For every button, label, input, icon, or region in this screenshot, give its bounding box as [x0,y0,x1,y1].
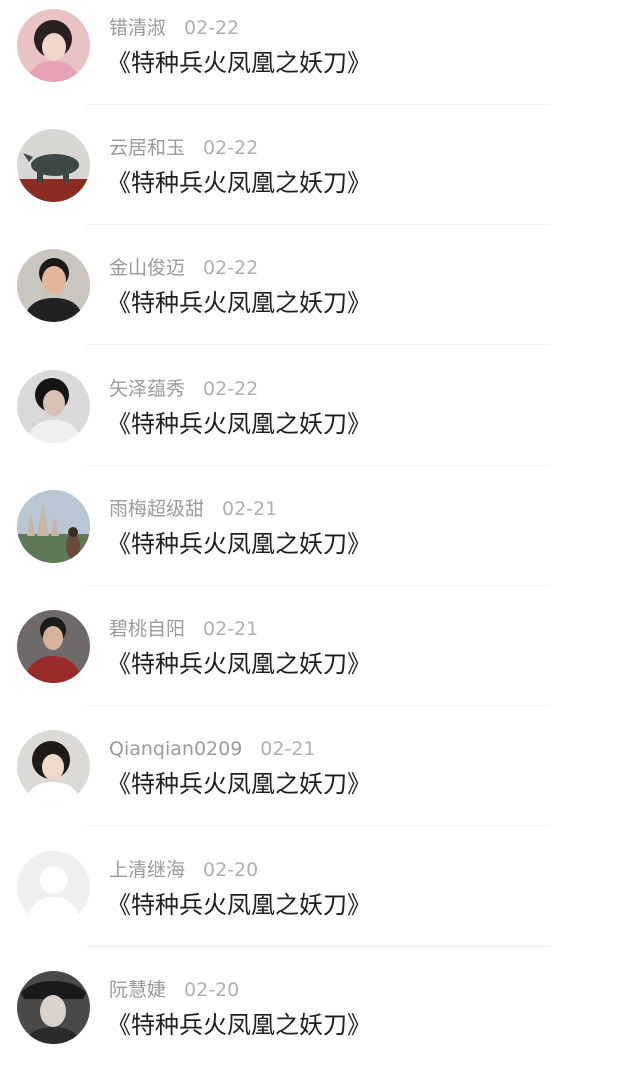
list-item[interactable]: 上清继海 02-20 《特种兵火凤凰之妖刀》 [0,842,640,962]
divider [86,585,550,586]
comment-meta: 矢泽蕴秀 02-22 [109,375,258,403]
comment-date: 02-20 [203,859,259,881]
user-name[interactable]: 错清淑 [109,17,166,39]
user-name[interactable]: 阮慧婕 [109,979,166,1001]
portrait-man-avatar-icon [17,610,90,683]
user-name[interactable]: 金山俊迈 [109,257,185,279]
avatar[interactable] [17,851,90,924]
comment-text: 《特种兵火凤凰之妖刀》 [107,289,371,317]
user-name[interactable]: 雨梅超级甜 [109,498,204,520]
divider [86,946,550,947]
avatar[interactable] [17,730,90,803]
divider [86,344,550,345]
comment-meta: 金山俊迈 02-22 [109,254,258,282]
user-name[interactable]: 云居和玉 [109,137,185,159]
user-name[interactable]: 上清继海 [109,859,185,881]
comment-text: 《特种兵火凤凰之妖刀》 [107,650,371,678]
portrait-woman-avatar-icon [17,730,90,803]
comment-date: 02-20 [184,979,240,1001]
comment-date: 02-21 [260,738,316,760]
comment-date: 02-21 [203,618,259,640]
avatar[interactable] [17,249,90,322]
comment-date: 02-22 [203,378,259,400]
divider [86,705,550,706]
list-item[interactable]: 矢泽蕴秀 02-22 《特种兵火凤凰之妖刀》 [0,361,640,481]
avatar[interactable] [17,129,90,202]
portrait-woman-avatar-icon [17,9,90,82]
comment-meta: Qianqian0209 02-21 [109,735,316,763]
comment-list: 错清淑 02-22 《特种兵火凤凰之妖刀》 云居和玉 02-22 《特种兵火凤凰之妖… [0,0,640,1057]
list-item[interactable]: 碧桃自阳 02-21 《特种兵火凤凰之妖刀》 [0,601,640,721]
user-name[interactable]: Qianqian0209 [109,738,242,760]
comment-text: 《特种兵火凤凰之妖刀》 [107,891,371,919]
comment-meta: 错清淑 02-22 [109,14,239,42]
portrait-woman-avatar-icon [17,971,90,1044]
divider [86,224,550,225]
avatar[interactable] [17,971,90,1044]
comment-text: 《特种兵火凤凰之妖刀》 [107,49,371,77]
comment-text: 《特种兵火凤凰之妖刀》 [107,169,371,197]
portrait-man-avatar-icon [17,370,90,443]
portrait-man-avatar-icon [17,249,90,322]
avatar[interactable] [17,9,90,82]
list-item[interactable]: 雨梅超级甜 02-21 《特种兵火凤凰之妖刀》 [0,481,640,601]
user-name[interactable]: 矢泽蕴秀 [109,378,185,400]
default-user-avatar-icon [17,851,90,924]
divider [86,465,550,466]
list-item[interactable]: 云居和玉 02-22 《特种兵火凤凰之妖刀》 [0,120,640,240]
comment-date: 02-22 [184,17,240,39]
avatar[interactable] [17,370,90,443]
list-item[interactable]: 错清淑 02-22 《特种兵火凤凰之妖刀》 [0,0,640,120]
comment-meta: 云居和玉 02-22 [109,134,258,162]
comment-date: 02-22 [203,137,259,159]
comment-meta: 雨梅超级甜 02-21 [109,495,277,523]
comment-text: 《特种兵火凤凰之妖刀》 [107,1011,371,1039]
avatar[interactable] [17,490,90,563]
comment-meta: 阮慧婕 02-20 [109,976,239,1004]
comment-text: 《特种兵火凤凰之妖刀》 [107,770,371,798]
comment-meta: 碧桃自阳 02-21 [109,615,258,643]
comment-date: 02-22 [203,257,259,279]
castle-landscape-avatar-icon [17,490,90,563]
divider [86,825,550,826]
comment-meta: 上清继海 02-20 [109,856,258,884]
comment-date: 02-21 [222,498,278,520]
comment-text: 《特种兵火凤凰之妖刀》 [107,410,371,438]
list-item[interactable]: 阮慧婕 02-20 《特种兵火凤凰之妖刀》 [0,962,640,1082]
avatar[interactable] [17,610,90,683]
list-item[interactable]: 金山俊迈 02-22 《特种兵火凤凰之妖刀》 [0,240,640,360]
list-item[interactable]: Qianqian0209 02-21 《特种兵火凤凰之妖刀》 [0,721,640,841]
divider [86,104,550,105]
comment-text: 《特种兵火凤凰之妖刀》 [107,530,371,558]
rhino-statue-avatar-icon [17,129,90,202]
user-name[interactable]: 碧桃自阳 [109,618,185,640]
